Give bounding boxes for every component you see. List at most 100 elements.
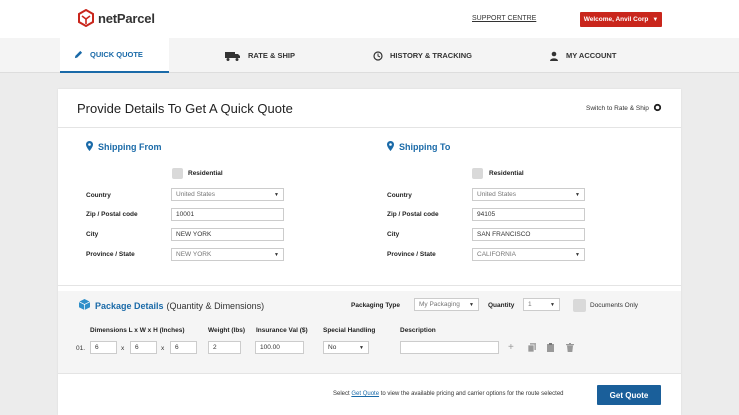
from-country-select[interactable]: United States ▼ — [171, 188, 284, 201]
add-icon[interactable]: + — [508, 342, 514, 353]
insurance-input[interactable]: 100.00 — [255, 341, 304, 354]
get-quote-button[interactable]: Get Quote — [597, 385, 661, 405]
caret-down-icon: ▼ — [469, 301, 474, 308]
get-quote-hint: Select Get Quote to view the available p… — [333, 391, 564, 397]
caret-down-icon: ▼ — [274, 191, 279, 198]
description-input[interactable] — [400, 341, 499, 354]
from-zip-input[interactable]: 10001 — [171, 208, 284, 221]
weight-input[interactable]: 2 — [208, 341, 241, 354]
to-country-select[interactable]: United States ▼ — [472, 188, 585, 201]
user-icon — [549, 51, 559, 61]
package-heading: Package Details (Quantity & Dimensions) — [78, 299, 265, 312]
documents-only-checkbox[interactable] — [573, 299, 586, 312]
times-sign: x — [121, 345, 125, 352]
tab-label: MY ACCOUNT — [566, 51, 617, 60]
col-description: Description — [400, 327, 436, 334]
to-city-label: City — [387, 231, 400, 238]
tab-rate-ship[interactable]: RATE & SHIP — [225, 38, 295, 73]
caret-down-icon: ▼ — [550, 301, 555, 308]
packaging-type-select[interactable]: My Packaging ▼ — [414, 298, 479, 311]
clock-icon — [373, 50, 383, 61]
shipping-to-heading: Shipping To — [387, 141, 450, 153]
clipboard-icon[interactable] — [547, 343, 554, 354]
to-zip-input[interactable]: 94105 — [472, 208, 585, 221]
tab-quick-quote[interactable]: QUICK QUOTE — [60, 38, 169, 73]
select-value: 1 — [528, 301, 532, 308]
documents-only-label: Documents Only — [590, 302, 639, 309]
pencil-icon — [74, 50, 83, 59]
from-residential-label: Residential — [188, 170, 223, 177]
hint-text: to view the available pricing and carrie… — [380, 391, 564, 397]
tab-label: RATE & SHIP — [248, 51, 295, 60]
from-residential-checkbox[interactable] — [172, 168, 183, 179]
switch-label: Switch to Rate & Ship — [586, 105, 649, 112]
width-input[interactable]: 6 — [130, 341, 157, 354]
chevron-down-icon: ▼ — [652, 16, 659, 23]
caret-down-icon: ▼ — [359, 344, 364, 351]
top-header: netParcel SUPPORT CENTRE Welcome, Anvil … — [0, 0, 739, 38]
truck-icon — [225, 51, 241, 61]
row-index: 01. — [76, 345, 86, 352]
to-city-input[interactable]: SAN FRANCISCO — [472, 228, 585, 241]
shipping-from-heading: Shipping From — [86, 141, 162, 153]
col-label: Dimensions L x W x H (Inches) — [90, 327, 185, 334]
logo-text: netParcel — [98, 10, 155, 26]
select-value: CALIFORNIA — [477, 251, 517, 258]
to-residential-label: Residential — [489, 170, 524, 177]
switch-rate-ship-link[interactable]: Switch to Rate & Ship — [586, 103, 662, 114]
copy-icon[interactable] — [527, 343, 536, 354]
times-sign: x — [161, 345, 165, 352]
tab-label: QUICK QUOTE — [90, 50, 143, 59]
from-zip-label: Zip / Postal code — [86, 211, 138, 218]
select-value: No — [328, 344, 337, 351]
logo[interactable]: netParcel — [77, 8, 155, 28]
select-value: United States — [477, 191, 517, 198]
to-residential-checkbox[interactable] — [472, 168, 483, 179]
select-value: My Packaging — [419, 301, 460, 308]
package-subtitle: (Quantity & Dimensions) — [166, 300, 265, 311]
from-city-label: City — [86, 231, 99, 238]
from-province-select[interactable]: NEW YORK ▼ — [171, 248, 284, 261]
section-title: Shipping To — [399, 142, 451, 152]
divider — [58, 285, 681, 286]
to-province-label: Province / State — [387, 251, 436, 258]
select-value: NEW YORK — [176, 251, 212, 258]
col-special-handling: Special Handling — [323, 327, 376, 334]
packaging-type-label: Packaging Type — [351, 302, 401, 309]
support-centre-link[interactable]: SUPPORT CENTRE — [472, 15, 536, 22]
from-province-label: Province / State — [86, 251, 135, 258]
map-pin-icon — [387, 141, 394, 153]
cube-icon — [78, 299, 91, 312]
col-insurance: Insurance Val ($) — [256, 327, 308, 334]
from-country-label: Country — [86, 192, 111, 199]
tab-label: HISTORY & TRACKING — [390, 51, 472, 60]
special-handling-select[interactable]: No ▼ — [323, 341, 369, 354]
hint-link[interactable]: Get Quote — [351, 391, 379, 397]
section-title: Shipping From — [98, 142, 162, 152]
map-pin-icon — [86, 141, 93, 153]
hint-text: Select — [333, 391, 350, 397]
select-value: United States — [176, 191, 216, 198]
tab-my-account[interactable]: MY ACCOUNT — [549, 38, 616, 73]
quantity-label: Quantity — [488, 302, 515, 309]
welcome-label: Welcome, Anvil Corp — [583, 16, 649, 23]
height-input[interactable]: 6 — [170, 341, 197, 354]
main-nav: QUICK QUOTE RATE & SHIP HISTORY & TRACKI… — [0, 38, 739, 73]
caret-down-icon: ▼ — [274, 251, 279, 258]
caret-down-icon: ▼ — [575, 191, 580, 198]
to-country-label: Country — [387, 192, 412, 199]
from-city-input[interactable]: NEW YORK — [171, 228, 284, 241]
account-menu-button[interactable]: Welcome, Anvil Corp ▼ — [580, 12, 662, 27]
divider — [58, 373, 681, 374]
col-dimensions: Dimensions L x W x H (Inches) — [90, 327, 185, 334]
length-input[interactable]: 6 — [90, 341, 117, 354]
col-weight: Weight (lbs) — [208, 327, 246, 334]
tab-history-tracking[interactable]: HISTORY & TRACKING — [373, 38, 472, 73]
quantity-select[interactable]: 1 ▼ — [523, 298, 560, 311]
to-province-select[interactable]: CALIFORNIA ▼ — [472, 248, 585, 261]
divider — [58, 127, 681, 128]
page-title: Provide Details To Get A Quick Quote — [77, 101, 293, 116]
trash-icon[interactable] — [566, 343, 574, 354]
gear-icon — [653, 103, 662, 114]
to-zip-label: Zip / Postal code — [387, 211, 439, 218]
